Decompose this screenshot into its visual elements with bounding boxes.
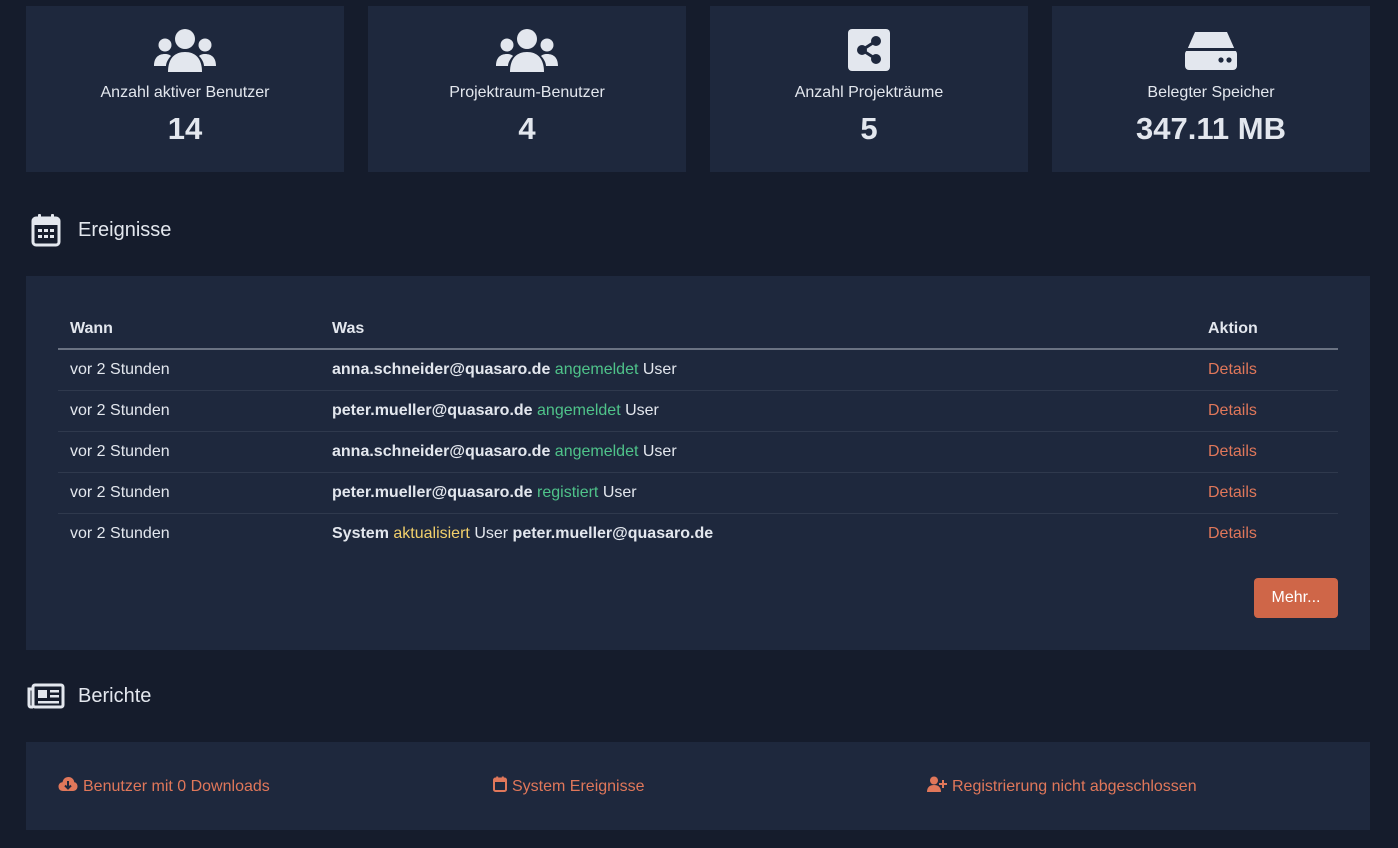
event-actor: anna.schneider@quasaro.de	[332, 361, 551, 378]
cloud-download-icon	[58, 776, 83, 797]
event-what: anna.schneider@quasaro.de angemeldet Use…	[320, 431, 1196, 473]
event-when: vor 2 Stunden	[58, 349, 320, 391]
report-link-label: Benutzer mit 0 Downloads	[83, 777, 270, 795]
event-verb: angemeldet	[554, 443, 639, 460]
stat-value: 5	[860, 111, 878, 146]
event-what: peter.mueller@quasaro.de registiert User	[320, 472, 1196, 514]
report-link-label: System Ereignisse	[512, 777, 645, 795]
report-link-system-events[interactable]: System Ereignisse	[493, 776, 645, 797]
stat-label: Belegter Speicher	[1147, 84, 1275, 101]
report-link-label: Registrierung nicht abgeschlossen	[952, 777, 1197, 795]
event-actor: peter.mueller@quasaro.de	[332, 402, 533, 419]
stat-value: 4	[518, 111, 536, 146]
event-what: anna.schneider@quasaro.de angemeldet Use…	[320, 349, 1196, 391]
column-header-what: Was	[320, 310, 1196, 350]
storage-icon	[1052, 28, 1370, 76]
event-what: System aktualisiert User peter.mueller@q…	[320, 514, 1196, 555]
event-verb: registiert	[537, 484, 599, 501]
reports-title: Berichte	[78, 684, 152, 707]
event-object: User	[625, 402, 659, 419]
stat-card-project-users: Projektraum-Benutzer 4	[368, 6, 686, 172]
table-row: vor 2 Stunden System aktualisiert User p…	[58, 514, 1338, 555]
column-header-action: Aktion	[1196, 310, 1338, 350]
share-icon	[710, 28, 1028, 76]
stat-label: Projektraum-Benutzer	[449, 84, 605, 101]
report-link-zero-downloads[interactable]: Benutzer mit 0 Downloads	[58, 776, 270, 797]
more-button[interactable]: Mehr...	[1254, 578, 1338, 618]
details-link[interactable]: Details	[1208, 484, 1257, 501]
stat-value: 347.11 MB	[1136, 111, 1286, 146]
table-row: vor 2 Stunden anna.schneider@quasaro.de …	[58, 431, 1338, 473]
event-object: User	[602, 484, 637, 501]
column-header-when: Wann	[58, 310, 320, 350]
event-verb: angemeldet	[537, 402, 621, 419]
table-row: vor 2 Stunden peter.mueller@quasaro.de r…	[58, 472, 1338, 514]
events-section-header: Ereignisse	[26, 210, 171, 250]
event-verb: angemeldet	[554, 361, 639, 378]
event-when: vor 2 Stunden	[70, 525, 170, 542]
details-link[interactable]: Details	[1208, 443, 1257, 460]
stat-value: 14	[167, 111, 203, 146]
calendar-icon	[493, 776, 512, 797]
reports-panel: Benutzer mit 0 Downloads System Ereignis…	[26, 742, 1370, 830]
event-target: peter.mueller@quasaro.de	[512, 525, 714, 542]
table-header-row: Wann Was Aktion	[58, 310, 1338, 350]
newspaper-icon	[26, 676, 66, 716]
details-link[interactable]: Details	[1208, 361, 1257, 378]
stats-row: Anzahl aktiver Benutzer 14 Projektraum-B…	[26, 6, 1370, 172]
events-table: Wann Was Aktion vor 2 Stunden anna.schne…	[58, 310, 1338, 554]
details-link[interactable]: Details	[1208, 402, 1257, 419]
stat-label: Anzahl Projekträume	[794, 84, 944, 101]
users-icon	[368, 28, 686, 76]
stat-card-storage: Belegter Speicher 347.11 MB	[1052, 6, 1370, 172]
event-when: vor 2 Stunden	[58, 472, 320, 514]
events-title: Ereignisse	[78, 218, 172, 241]
stat-card-active-users: Anzahl aktiver Benutzer 14	[26, 6, 344, 172]
event-object: User	[642, 361, 677, 378]
users-icon	[26, 28, 344, 76]
event-actor: anna.schneider@quasaro.de	[332, 443, 551, 460]
event-object: User	[642, 443, 677, 460]
reports-section-header: Berichte	[26, 676, 151, 716]
events-panel: Wann Was Aktion vor 2 Stunden anna.schne…	[26, 276, 1370, 650]
event-when: vor 2 Stunden	[58, 390, 320, 432]
table-row: vor 2 Stunden peter.mueller@quasaro.de a…	[58, 390, 1338, 432]
event-actor: peter.mueller@quasaro.de	[332, 484, 533, 501]
calendar-icon	[26, 210, 66, 250]
event-actor: System	[332, 525, 389, 542]
event-object: User	[474, 525, 509, 542]
report-link-registration-incomplete[interactable]: Registrierung nicht abgeschlossen	[927, 776, 1197, 797]
user-plus-icon	[927, 776, 952, 797]
stat-label: Anzahl aktiver Benutzer	[100, 84, 270, 101]
stat-card-project-rooms: Anzahl Projekträume 5	[710, 6, 1028, 172]
event-what: peter.mueller@quasaro.de angemeldet User	[320, 390, 1196, 432]
details-link[interactable]: Details	[1208, 525, 1257, 542]
event-when: vor 2 Stunden	[58, 431, 320, 473]
event-verb: aktualisiert	[393, 525, 470, 542]
table-row: vor 2 Stunden anna.schneider@quasaro.de …	[58, 349, 1338, 391]
